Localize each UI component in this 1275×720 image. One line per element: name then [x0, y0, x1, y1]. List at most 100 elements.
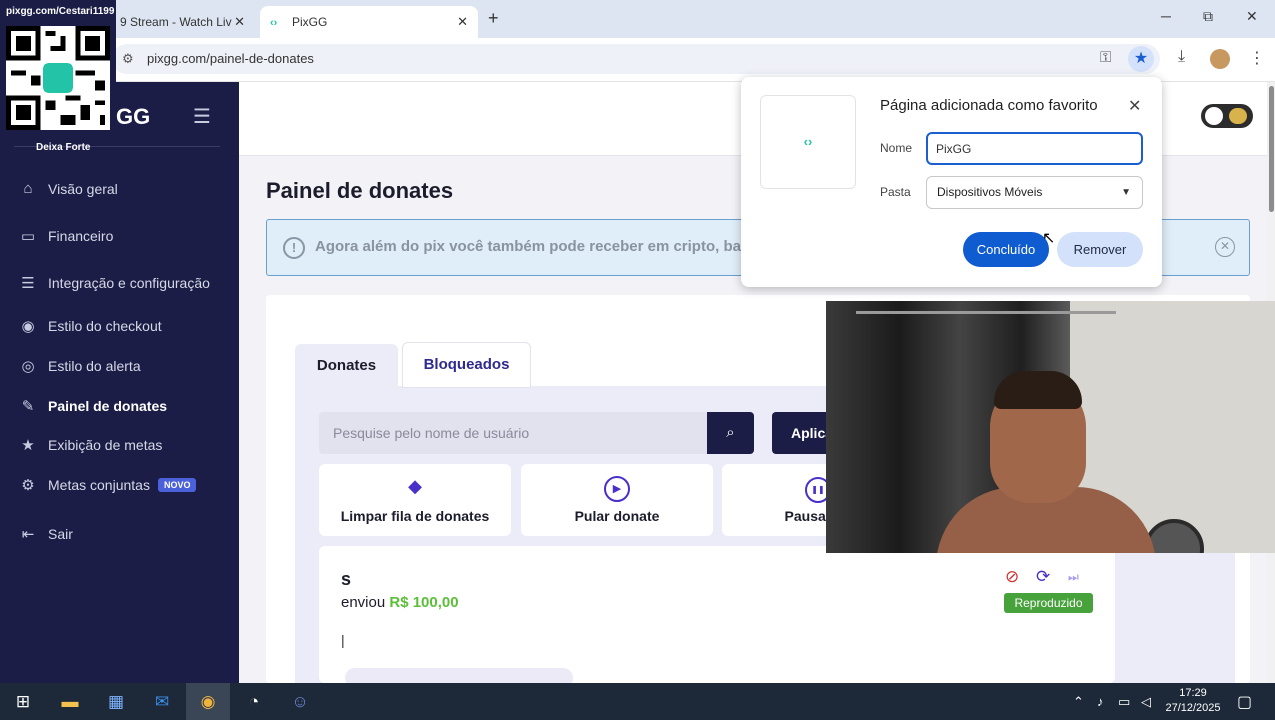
bookmark-star-icon[interactable]: ★	[1128, 46, 1154, 72]
bookmark-popup-title: Página adicionada como favorito	[880, 97, 1098, 114]
close-window-button[interactable]: ✕	[1246, 8, 1258, 25]
eraser-icon: ◆	[408, 476, 422, 496]
url-text[interactable]: pixgg.com/painel-de-donates	[147, 51, 314, 66]
pixgg-favicon-icon: ‹›	[270, 17, 278, 29]
tab-donates[interactable]: Donates	[295, 344, 398, 388]
share-icon: ⚙	[21, 477, 35, 494]
sidebar-item-financeiro[interactable]: ▭ Financeiro	[18, 227, 113, 245]
sidebar-item-label: Exibição de metas	[48, 437, 163, 453]
store-icon[interactable]: ▦	[105, 691, 127, 713]
mail-icon[interactable]: ✉	[151, 691, 173, 713]
search-icon: ⌕	[726, 424, 735, 441]
sidebar: GG ☰ Deixa Forte	[0, 82, 239, 683]
action-icon-wrap: ▶	[521, 476, 713, 502]
home-icon: ⌂	[23, 180, 33, 197]
omnibox[interactable]: ⚙ pixgg.com/painel-de-donates ⚿ ★	[112, 44, 1160, 74]
folder-label: Pasta	[880, 185, 911, 199]
tab-pixgg-label: PixGG	[292, 15, 328, 29]
sidebar-item-estilo-checkout[interactable]: ◉ Estilo do checkout	[18, 317, 162, 335]
edit-icon: ✎	[21, 398, 35, 415]
sidebar-username: Deixa Forte	[36, 142, 91, 153]
folder-value: Dispositivos Móveis	[937, 185, 1043, 199]
sidebar-item-label: Metas conjuntas	[48, 477, 150, 493]
block-icon[interactable]: ⊘	[1005, 567, 1019, 587]
done-button[interactable]: Concluído	[963, 232, 1049, 267]
clear-queue-button[interactable]: ◆ Limpar fila de donates	[319, 464, 511, 536]
tab-close-icon[interactable]: ✕	[234, 14, 245, 30]
donor-name: s	[341, 569, 352, 589]
bookmark-name-field[interactable]	[926, 132, 1143, 165]
key-icon[interactable]: ⚿	[1100, 49, 1111, 66]
sidebar-item-visao-geral[interactable]: ⌂ Visão geral	[18, 180, 118, 197]
palette-icon: ◉	[21, 318, 35, 335]
logo: GG	[116, 104, 151, 129]
clock-time: 17:29	[1179, 687, 1207, 699]
download-icon[interactable]: ⤓	[1178, 48, 1185, 66]
sidebar-item-sair[interactable]: ⇤ Sair	[18, 525, 73, 543]
tab-bloqueados[interactable]: Bloqueados	[402, 342, 531, 388]
list-icon: ☰	[21, 275, 35, 292]
donate-message: |	[341, 632, 345, 648]
taskbar-clock[interactable]: 17:29 27/12/2025	[1163, 686, 1223, 716]
sidebar-item-label: Estilo do alerta	[48, 358, 141, 374]
remove-button[interactable]: Remover	[1057, 232, 1143, 267]
minimize-button[interactable]: ─	[1161, 8, 1171, 24]
moon-icon	[1229, 108, 1247, 124]
sidebar-item-metas-conjuntas[interactable]: ⚙ Metas conjuntas NOVO	[18, 476, 197, 494]
maximize-button[interactable]: ⧉	[1203, 8, 1213, 25]
replay-icon[interactable]: ⟳	[1036, 567, 1050, 587]
obs-icon[interactable]: ◔	[243, 691, 265, 713]
site-info-icon[interactable]: ⚙	[122, 51, 134, 67]
tab-stream[interactable]: 9 Stream - Watch Liv ✕	[110, 6, 255, 38]
scrollbar-thumb[interactable]	[1269, 86, 1274, 212]
folder-select[interactable]: Dispositivos Móveis ▼	[926, 176, 1143, 209]
notification-icon[interactable]: ▢	[1237, 692, 1252, 712]
skip-icon: ▶	[604, 476, 630, 502]
logout-icon: ⇤	[21, 526, 35, 543]
qr-overlay: pixgg.com/Cestari1199	[0, 0, 116, 134]
windows-start-icon[interactable]: ⊞	[12, 691, 34, 713]
theme-toggle[interactable]	[1201, 104, 1253, 128]
info-icon: !	[283, 237, 305, 259]
donate-summary: enviou R$ 100,00	[341, 594, 459, 611]
discord-icon[interactable]: ☺	[289, 691, 311, 713]
new-tab-button[interactable]: +	[488, 8, 499, 29]
name-label: Nome	[880, 141, 913, 155]
sent-label: enviou	[341, 594, 386, 611]
address-bar: ⚙ pixgg.com/painel-de-donates ⚿ ★	[0, 38, 1275, 82]
sidebar-collapse-icon[interactable]: ☰	[193, 104, 211, 129]
star-icon: ★	[21, 437, 35, 454]
search-button[interactable]: ⌕	[707, 412, 754, 454]
banner-text: Agora além do pix você também pode receb…	[315, 238, 750, 255]
chrome-icon[interactable]: ◉	[197, 691, 219, 713]
tab-pixgg[interactable]: ‹› PixGG ✕	[260, 6, 478, 38]
close-icon[interactable]: ✕	[1128, 96, 1141, 116]
network-icon[interactable]: ▭	[1118, 694, 1130, 710]
file-explorer-icon[interactable]: ▬	[59, 691, 81, 713]
skip-track-icon[interactable]: ⏭	[1068, 570, 1079, 585]
kebab-menu-icon[interactable]: ⋮	[1249, 48, 1265, 68]
sidebar-item-label: Visão geral	[48, 180, 118, 197]
action-label: Limpar fila de donates	[340, 508, 490, 524]
sidebar-item-painel-donates[interactable]: ✎ Painel de donates	[18, 397, 167, 415]
sidebar-item-exibicao-metas[interactable]: ★ Exibição de metas	[18, 436, 162, 454]
profile-avatar[interactable]	[1210, 49, 1230, 69]
sidebar-item-label: Estilo do checkout	[48, 318, 162, 334]
sidebar-item-label: Painel de donates	[48, 398, 168, 414]
skip-donate-button[interactable]: ▶ Pular donate	[521, 464, 713, 536]
microphone-icon[interactable]: ♪	[1097, 694, 1104, 709]
sidebar-item-estilo-alerta[interactable]: ◎ Estilo do alerta	[18, 357, 141, 375]
tab-stream-label: 9 Stream - Watch Liv	[120, 15, 232, 29]
new-badge: NOVO	[157, 478, 197, 492]
search-input[interactable]	[319, 412, 707, 454]
tab-close-icon[interactable]: ✕	[457, 14, 468, 30]
qr-code-icon	[6, 26, 110, 130]
sidebar-item-label: Integração e configuração	[48, 275, 210, 291]
chevron-up-icon[interactable]: ⌃	[1073, 694, 1084, 710]
sidebar-item-integracao[interactable]: ☰ Integração e configuração	[18, 274, 210, 292]
donate-amount: R$ 100,00	[389, 594, 459, 611]
status-badge: Reproduzido	[1004, 593, 1093, 613]
volume-icon[interactable]: ◁	[1141, 694, 1151, 710]
banner-close-icon[interactable]: ✕	[1215, 237, 1235, 257]
qr-label: pixgg.com/Cestari1199	[6, 6, 115, 17]
